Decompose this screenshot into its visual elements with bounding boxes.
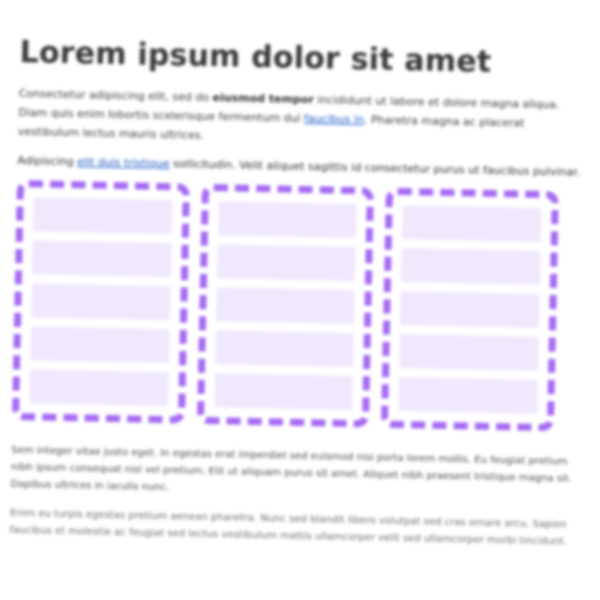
layout-column-2 (196, 183, 375, 428)
placeholder-block (400, 291, 540, 328)
placeholder-block (215, 287, 356, 325)
layout-column-3 (381, 187, 559, 432)
article-page: Lorem ipsum dolor sit amet Consectetur a… (9, 35, 590, 561)
placeholder-block (216, 244, 356, 282)
intro-link[interactable]: faucibus in (304, 112, 364, 126)
placeholder-block (29, 369, 169, 407)
second-link[interactable]: elit duis tristique (77, 155, 170, 170)
intro-paragraph: Consectetur adipiscing elit, sed do eius… (18, 84, 589, 153)
placeholder-block (214, 330, 355, 368)
second-text-before: Adipiscing (17, 153, 78, 169)
placeholder-block (32, 197, 173, 235)
placeholder-block (213, 373, 354, 411)
dashed-column-layout (11, 179, 559, 432)
intro-text-before: Consectetur adipiscing elit, sed do (18, 86, 213, 105)
placeholder-block (399, 334, 539, 371)
footer-paragraph-2: Enim eu turpis egestas pretium aenean ph… (9, 507, 567, 548)
placeholder-block (401, 248, 541, 285)
placeholder-block (30, 326, 170, 364)
placeholder-block (217, 201, 357, 239)
placeholder-block (32, 240, 172, 278)
footer-paragraph-1: Sem integer vitae justo eget. In egestas… (10, 444, 572, 494)
intro-bold-text: eiusmod tempor (212, 91, 315, 107)
placeholder-block (31, 283, 171, 321)
page-title: Lorem ipsum dolor sit amet (19, 35, 492, 80)
placeholder-block (402, 205, 542, 242)
second-text-after: sollicitudin. Velit aliquet sagittis id … (169, 157, 581, 179)
placeholder-block (398, 377, 538, 414)
screenshot-stage: Lorem ipsum dolor sit amet Consectetur a… (0, 0, 600, 600)
layout-column-1 (11, 179, 190, 424)
second-paragraph: Adipiscing elit duis tristique sollicitu… (17, 151, 587, 182)
